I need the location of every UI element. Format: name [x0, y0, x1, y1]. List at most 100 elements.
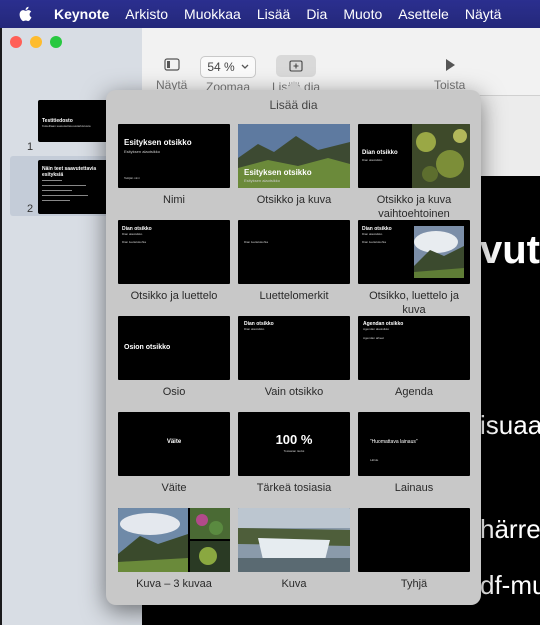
thumb-title: Väite: [166, 439, 182, 445]
slide-text-fragment: vuto: [480, 228, 540, 272]
thumb-extra: Dian luettelokohta: [362, 240, 387, 244]
menu-lisaa[interactable]: Lisää: [257, 6, 290, 22]
layout-agenda[interactable]: Agendan otsikko Agendan alaotsikko Agend…: [358, 316, 470, 399]
thumb-title: Dian otsikko: [362, 150, 398, 156]
thumb-title: Esityksen otsikko: [244, 168, 312, 177]
toolbar: Näytä 54 % Zoomaa Lisää dia Toista: [142, 28, 540, 96]
slide-text-fragment: härret: [480, 514, 540, 544]
minimize-button[interactable]: [30, 36, 42, 48]
menu-bar: Keynote Arkisto Muokkaa Lisää Dia Muoto …: [0, 0, 540, 28]
layout-caption: Otsikko ja kuva vaihtoehtoinen: [376, 194, 452, 220]
layout-vaite[interactable]: Väite Väite: [118, 412, 230, 495]
menu-muoto[interactable]: Muoto: [343, 6, 382, 22]
slide-thumbnail-2[interactable]: Näin teet saavutettavia esityksiä: [38, 160, 110, 214]
menu-muokkaa[interactable]: Muokkaa: [184, 6, 241, 22]
thumb-extra: Agendan aiheet: [363, 336, 385, 340]
slide-text-fragment: isuaa: [480, 410, 540, 440]
layout-otsikko-ja-kuva[interactable]: Esityksen otsikko Esityksen alaotsikko O…: [238, 124, 350, 207]
layout-kuva[interactable]: Kuva: [238, 508, 350, 591]
layout-caption: Kuva: [281, 578, 307, 590]
menu-asettele[interactable]: Asettele: [398, 6, 449, 22]
menu-keynote[interactable]: Keynote: [54, 6, 109, 22]
add-slide-icon-box: [276, 55, 317, 77]
layout-caption: Nimi: [163, 194, 185, 206]
layout-otsikko-luettelo-ja-kuva[interactable]: Dian otsikko Dian alaotsikko Dian luette…: [358, 220, 470, 317]
thumb-extra: Tekijän nimi: [124, 176, 140, 180]
chevron-down-icon: [241, 64, 249, 69]
thumb-extra: Dian luettelokohta: [122, 240, 147, 244]
slide-thumbnail-1[interactable]: Testitiedosto Kokeillaan saavutettavuust…: [38, 100, 110, 142]
thumb-title: Esityksen otsikko: [124, 138, 192, 147]
layout-caption: Väite: [161, 482, 187, 494]
layout-caption: Kuva – 3 kuvaa: [136, 578, 212, 590]
layout-thumbnail: “Huomattava lainaus” Lähde: [358, 412, 470, 476]
layout-luettelomerkit[interactable]: Dian luettelokohta Luettelomerkit: [238, 220, 350, 303]
layout-caption: Lainaus: [394, 482, 434, 494]
zoom-button[interactable]: [50, 36, 62, 48]
zoom-value: 54 %: [207, 60, 235, 74]
zoom-select[interactable]: 54 %: [200, 56, 256, 78]
layout-caption: Otsikko, luettelo ja kuva: [369, 290, 459, 316]
thumb-subtitle: Dian alaotsikko: [362, 158, 383, 162]
thumb-subtitle: Esityksen alaotsikko: [124, 149, 161, 154]
thumb-title: Osion otsikko: [124, 344, 171, 351]
layout-caption: Tyhjä: [400, 578, 428, 590]
popover-title: Lisää dia: [269, 98, 318, 112]
layout-thumbnail: Dian otsikko Dian alaotsikko Dian luette…: [118, 220, 230, 284]
thumb-subtitle: Dian alaotsikko: [244, 327, 265, 331]
thumb-subtitle: Dian alaotsikko: [362, 232, 383, 236]
slide-text-fragment: df-mu: [480, 570, 540, 600]
layout-caption: Tärkeä tosiasia: [256, 482, 332, 494]
menu-dia[interactable]: Dia: [306, 6, 327, 22]
layout-thumbnail: Väite: [118, 412, 230, 476]
layout-caption: Osio: [162, 386, 186, 398]
layout-osio[interactable]: Osion otsikko Osio: [118, 316, 230, 399]
layout-vain-otsikko[interactable]: Dian otsikko Dian alaotsikko Vain otsikk…: [238, 316, 350, 399]
layout-otsikko-ja-luettelo[interactable]: Dian otsikko Dian alaotsikko Dian luette…: [118, 220, 230, 303]
close-button[interactable]: [10, 36, 22, 48]
layout-otsikko-ja-kuva-vaihtoehtoinen[interactable]: Dian otsikko Dian alaotsikko Otsikko ja …: [358, 124, 470, 221]
play-button[interactable]: Toista: [434, 28, 465, 92]
menu-arkisto[interactable]: Arkisto: [125, 6, 168, 22]
layout-thumbnail: Dian otsikko Dian alaotsikko Dian luette…: [358, 220, 470, 284]
layout-caption: Otsikko ja kuva: [256, 194, 332, 206]
thumb-extra: Dian luettelokohta: [244, 240, 269, 244]
play-icon: [445, 59, 455, 71]
layout-thumbnail: 100 % Tosiasian tiedot: [238, 412, 350, 476]
layout-thumbnail: Dian otsikko Dian alaotsikko: [358, 124, 470, 188]
thumb-subtitle: Agendan alaotsikko: [363, 327, 390, 331]
moss-rock-image: [412, 124, 470, 188]
layout-tarkea-tosiasia[interactable]: 100 % Tosiasian tiedot Tärkeä tosiasia: [238, 412, 350, 495]
layout-kuva-3-kuvaa[interactable]: Kuva – 3 kuvaa: [118, 508, 230, 591]
sidebar-icon: [164, 58, 180, 71]
view-button[interactable]: Näytä: [156, 28, 187, 92]
menu-nayta[interactable]: Näytä: [465, 6, 502, 22]
layout-thumbnail: [118, 508, 230, 572]
thumb-subtitle: Tosiasian tiedot: [283, 449, 305, 453]
thumb-subtitle: Esityksen alaotsikko: [244, 178, 281, 183]
zoom-control[interactable]: 54 % Zoomaa: [200, 28, 256, 94]
apple-menu-icon[interactable]: [18, 5, 34, 23]
layout-thumbnail: Agendan otsikko Agendan alaotsikko Agend…: [358, 316, 470, 380]
layout-caption: Vain otsikko: [264, 386, 324, 398]
layout-thumbnail: Dian otsikko Dian alaotsikko: [238, 316, 350, 380]
thumb-subtitle: Dian alaotsikko: [122, 232, 143, 236]
layout-lainaus[interactable]: “Huomattava lainaus” Lähde Lainaus: [358, 412, 470, 495]
slide-thumbnail-subtitle: Kokeillaan saavutettavuustarkistusta: [42, 124, 91, 128]
layout-thumbnail: Dian luettelokohta: [238, 220, 350, 284]
thumb-subtitle: Lähde: [370, 458, 379, 462]
layout-thumbnail: Esityksen otsikko Esityksen alaotsikko T…: [118, 124, 230, 188]
layout-caption: Otsikko ja luettelo: [130, 290, 218, 302]
layout-caption: Agenda: [395, 386, 433, 398]
layout-tyhja[interactable]: Tyhjä: [358, 508, 470, 591]
thumb-title: “Huomattava lainaus”: [370, 439, 418, 445]
layout-thumbnail: Osion otsikko: [118, 316, 230, 380]
popover-arrow: [284, 81, 304, 91]
layout-caption: Luettelomerkit: [259, 290, 329, 302]
window-controls: [10, 36, 62, 48]
three-images-graphic: [118, 508, 230, 572]
thumb-title: 100 %: [275, 432, 313, 447]
layout-nimi[interactable]: Esityksen otsikko Esityksen alaotsikko T…: [118, 124, 230, 207]
layout-thumbnail: [238, 508, 350, 572]
layout-thumbnail: Esityksen otsikko Esityksen alaotsikko: [238, 124, 350, 188]
